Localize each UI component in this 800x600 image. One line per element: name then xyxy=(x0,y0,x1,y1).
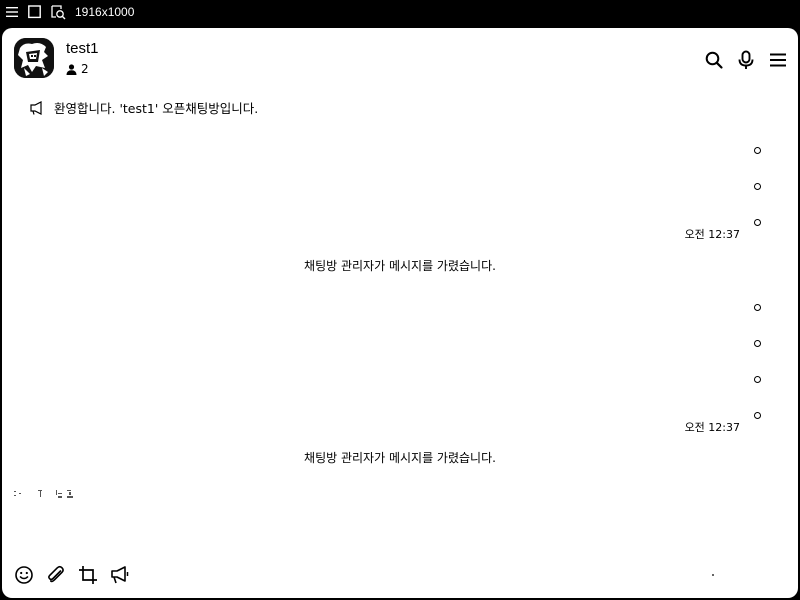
menu-icon[interactable] xyxy=(6,5,18,19)
message-indicator-dot[interactable] xyxy=(754,219,761,226)
search-icon[interactable] xyxy=(704,50,724,70)
crop-icon[interactable] xyxy=(78,565,98,585)
window-icon[interactable] xyxy=(28,5,41,19)
message-indicator-dot[interactable] xyxy=(754,183,761,190)
message-time: 오전 12:37 xyxy=(684,228,740,241)
message-indicator-dot[interactable] xyxy=(754,304,761,311)
avatar-image xyxy=(14,38,54,78)
message-time: 오전 12:37 xyxy=(684,421,740,434)
message-indicator-dot[interactable] xyxy=(754,376,761,383)
menu-icon[interactable] xyxy=(768,50,788,70)
message-indicator-dot[interactable] xyxy=(754,147,761,154)
typing-indicator xyxy=(14,490,73,498)
room-name: test1 xyxy=(66,40,99,57)
member-count: 2 xyxy=(66,62,89,76)
person-icon xyxy=(66,63,77,75)
screenshot-settings-icon[interactable] xyxy=(51,5,67,20)
message-indicator-dot[interactable] xyxy=(754,412,761,419)
emoji-icon[interactable] xyxy=(14,565,34,585)
member-count-value: 2 xyxy=(81,62,89,76)
chat-window: test1 2 환영합니다. 'test1' 오픈채팅방입니다. 오전 12:3… xyxy=(2,28,798,598)
hidden-message-notice: 채팅방 관리자가 메시지를 가렸습니다. xyxy=(304,259,496,273)
hidden-message-notice: 채팅방 관리자가 메시지를 가렸습니다. xyxy=(304,451,496,465)
announcement-icon[interactable] xyxy=(110,565,130,585)
welcome-notice: 환영합니다. 'test1' 오픈채팅방입니다. xyxy=(30,98,258,117)
megaphone-icon xyxy=(30,100,42,115)
title-bar: 1916x1000 xyxy=(0,0,800,26)
avatar[interactable] xyxy=(14,38,54,78)
microphone-icon[interactable] xyxy=(736,50,756,70)
attach-icon[interactable] xyxy=(46,565,66,585)
welcome-notice-text: 환영합니다. 'test1' 오픈채팅방입니다. xyxy=(54,101,259,116)
resolution-label: 1916x1000 xyxy=(75,5,135,19)
status-dot xyxy=(712,574,714,576)
message-indicator-dot[interactable] xyxy=(754,340,761,347)
